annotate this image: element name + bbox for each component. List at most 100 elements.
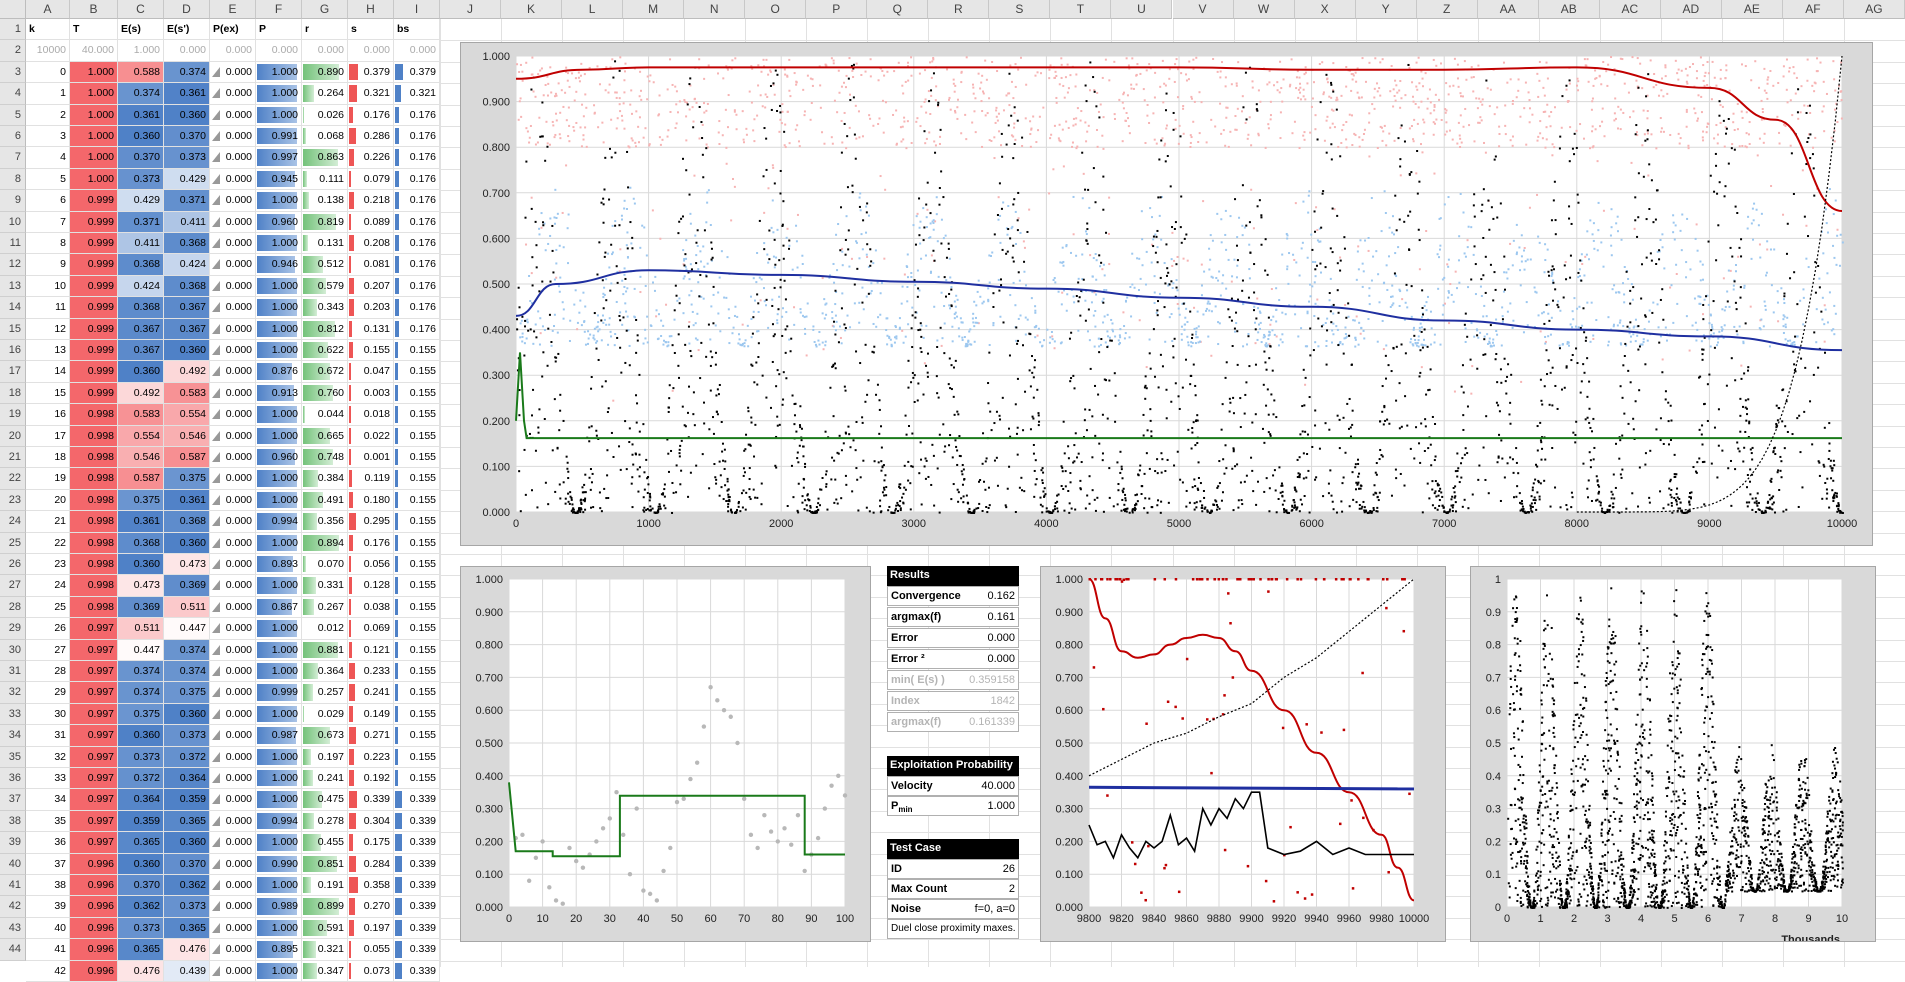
column-header-E[interactable]: E xyxy=(210,0,256,19)
k-cell[interactable]: 41 xyxy=(26,939,70,960)
column-header-H[interactable]: H xyxy=(348,0,394,19)
row-header[interactable]: 40 xyxy=(0,854,26,875)
pex-cell[interactable]: 0.000 xyxy=(210,789,256,810)
select-all-corner[interactable] xyxy=(0,0,26,19)
temperature-cell[interactable]: 0.999 xyxy=(70,361,118,382)
bs-cell[interactable]: 0.339 xyxy=(394,896,440,917)
k-cell[interactable]: 19 xyxy=(26,468,70,489)
p-cell[interactable]: 0.987 xyxy=(256,725,302,746)
p-cell[interactable]: 1.000 xyxy=(256,747,302,768)
row-header[interactable]: 23 xyxy=(0,490,26,511)
bs-cell[interactable]: 0.155 xyxy=(394,575,440,596)
p-cell[interactable]: 0.994 xyxy=(256,511,302,532)
param-cell[interactable]: 10000 xyxy=(26,40,70,61)
p-cell[interactable]: 0.991 xyxy=(256,126,302,147)
column-title-Esp[interactable]: E(s') xyxy=(164,19,210,40)
k-cell[interactable]: 26 xyxy=(26,618,70,639)
p-cell[interactable]: 1.000 xyxy=(256,404,302,425)
p-cell[interactable]: 0.946 xyxy=(256,254,302,275)
p-cell[interactable]: 0.876 xyxy=(256,361,302,382)
bs-cell[interactable]: 0.155 xyxy=(394,404,440,425)
row-header[interactable]: 9 xyxy=(0,190,26,211)
param-cell[interactable]: 0.000 xyxy=(302,40,348,61)
bs-cell[interactable]: 0.155 xyxy=(394,747,440,768)
bs-cell[interactable]: 0.176 xyxy=(394,254,440,275)
bs-cell[interactable]: 0.339 xyxy=(394,961,440,982)
k-cell[interactable]: 8 xyxy=(26,233,70,254)
energy-cell[interactable]: 0.429 xyxy=(118,190,164,211)
column-header-Y[interactable]: Y xyxy=(1356,0,1417,19)
k-cell[interactable]: 34 xyxy=(26,789,70,810)
temperature-cell[interactable]: 0.997 xyxy=(70,832,118,853)
s-cell[interactable]: 0.155 xyxy=(348,340,394,361)
column-header-W[interactable]: W xyxy=(1234,0,1295,19)
column-header-AG[interactable]: AG xyxy=(1844,0,1905,19)
pex-cell[interactable]: 0.000 xyxy=(210,640,256,661)
pex-cell[interactable]: 0.000 xyxy=(210,768,256,789)
row-header[interactable]: 11 xyxy=(0,233,26,254)
p-cell[interactable]: 1.000 xyxy=(256,297,302,318)
energy-cell[interactable]: 0.424 xyxy=(118,276,164,297)
bs-cell[interactable]: 0.155 xyxy=(394,768,440,789)
column-header-K[interactable]: K xyxy=(501,0,562,19)
r-cell[interactable]: 0.812 xyxy=(302,319,348,340)
row-header[interactable]: 16 xyxy=(0,340,26,361)
temperature-cell[interactable]: 0.996 xyxy=(70,896,118,917)
k-cell[interactable]: 35 xyxy=(26,811,70,832)
bs-cell[interactable]: 0.155 xyxy=(394,682,440,703)
p-cell[interactable]: 0.867 xyxy=(256,597,302,618)
k-cell[interactable]: 31 xyxy=(26,725,70,746)
pex-cell[interactable]: 0.000 xyxy=(210,961,256,982)
bs-cell[interactable]: 0.155 xyxy=(394,725,440,746)
s-cell[interactable]: 0.271 xyxy=(348,725,394,746)
column-header-T[interactable]: T xyxy=(1050,0,1111,19)
energy-cell[interactable]: 0.365 xyxy=(118,832,164,853)
bs-cell[interactable]: 0.176 xyxy=(394,169,440,190)
pex-cell[interactable]: 0.000 xyxy=(210,147,256,168)
k-cell[interactable]: 16 xyxy=(26,404,70,425)
energy-cell[interactable]: 0.546 xyxy=(118,447,164,468)
pex-cell[interactable]: 0.000 xyxy=(210,83,256,104)
energy-cell[interactable]: 0.554 xyxy=(118,426,164,447)
s-cell[interactable]: 0.208 xyxy=(348,233,394,254)
bs-cell[interactable]: 0.176 xyxy=(394,212,440,233)
temperature-cell[interactable]: 0.998 xyxy=(70,575,118,596)
temperature-cell[interactable]: 0.996 xyxy=(70,939,118,960)
s-cell[interactable]: 0.121 xyxy=(348,640,394,661)
temperature-cell[interactable]: 0.998 xyxy=(70,533,118,554)
row-header[interactable]: 26 xyxy=(0,554,26,575)
bs-cell[interactable]: 0.155 xyxy=(394,533,440,554)
energy-cell[interactable]: 0.365 xyxy=(118,939,164,960)
energy-cell[interactable]: 0.473 xyxy=(118,575,164,596)
pex-cell[interactable]: 0.000 xyxy=(210,383,256,404)
s-cell[interactable]: 0.379 xyxy=(348,62,394,83)
energy-cell[interactable]: 0.372 xyxy=(118,768,164,789)
p-cell[interactable]: 1.000 xyxy=(256,233,302,254)
pex-cell[interactable]: 0.000 xyxy=(210,896,256,917)
p-cell[interactable]: 1.000 xyxy=(256,62,302,83)
k-cell[interactable]: 24 xyxy=(26,575,70,596)
pex-cell[interactable]: 0.000 xyxy=(210,554,256,575)
temperature-cell[interactable]: 1.000 xyxy=(70,126,118,147)
bs-cell[interactable]: 0.155 xyxy=(394,511,440,532)
column-title-Es[interactable]: E(s) xyxy=(118,19,164,40)
p-cell[interactable]: 1.000 xyxy=(256,340,302,361)
temperature-cell[interactable]: 0.997 xyxy=(70,811,118,832)
energy-prime-cell[interactable]: 0.361 xyxy=(164,83,210,104)
energy-cell[interactable]: 0.361 xyxy=(118,511,164,532)
r-cell[interactable]: 0.026 xyxy=(302,105,348,126)
energy-cell[interactable]: 0.447 xyxy=(118,640,164,661)
p-cell[interactable]: 1.000 xyxy=(256,83,302,104)
temperature-cell[interactable]: 0.997 xyxy=(70,704,118,725)
energy-prime-cell[interactable]: 0.373 xyxy=(164,896,210,917)
column-title-r[interactable]: r xyxy=(302,19,348,40)
bs-cell[interactable]: 0.176 xyxy=(394,126,440,147)
energy-prime-cell[interactable]: 0.368 xyxy=(164,511,210,532)
r-cell[interactable]: 0.512 xyxy=(302,254,348,275)
temperature-cell[interactable]: 0.999 xyxy=(70,297,118,318)
energy-prime-cell[interactable]: 0.368 xyxy=(164,233,210,254)
column-header-D[interactable]: D xyxy=(164,0,210,19)
bs-cell[interactable]: 0.176 xyxy=(394,297,440,318)
energy-prime-cell[interactable]: 0.429 xyxy=(164,169,210,190)
pex-cell[interactable]: 0.000 xyxy=(210,918,256,939)
